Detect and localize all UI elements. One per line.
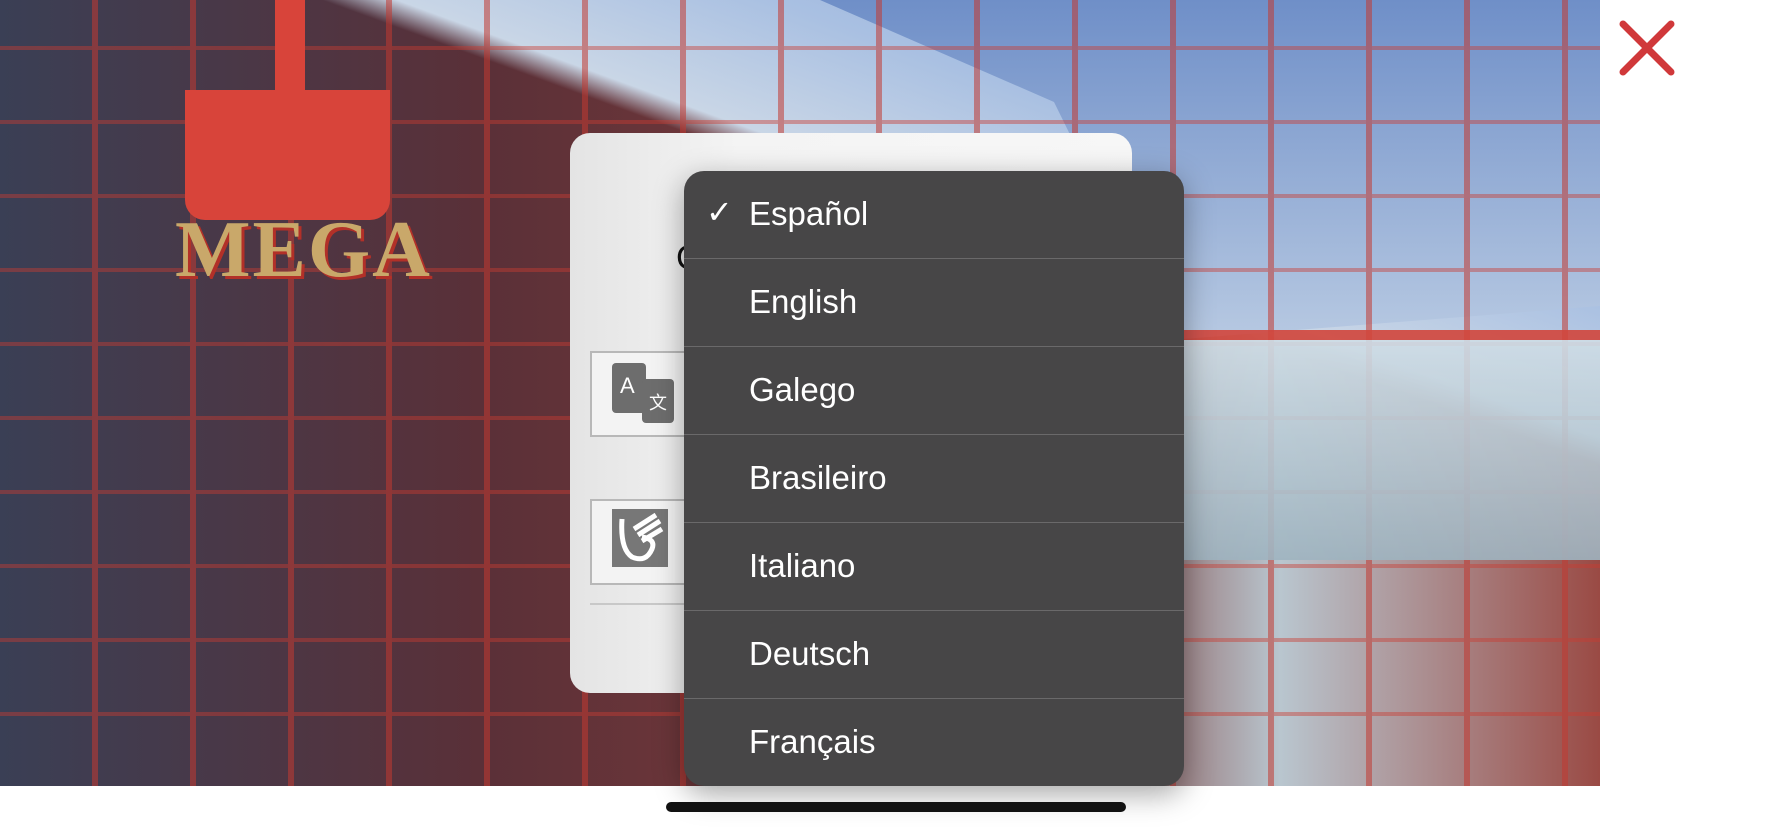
item-label: Galego <box>749 371 856 408</box>
language-item-francais[interactable]: Français <box>684 699 1184 786</box>
logo-banner <box>185 90 390 220</box>
language-item-brasileiro[interactable]: Brasileiro <box>684 435 1184 523</box>
language-item-deutsch[interactable]: Deutsch <box>684 611 1184 699</box>
language-item-english[interactable]: English <box>684 259 1184 347</box>
svg-text:A: A <box>620 373 635 398</box>
language-menu: ✓ Español English Galego Brasileiro Ital… <box>684 171 1184 786</box>
language-item-espanol[interactable]: ✓ Español <box>684 171 1184 259</box>
mega-logo: MEGA <box>175 206 432 294</box>
language-item-galego[interactable]: Galego <box>684 347 1184 435</box>
item-label: Español <box>749 195 869 232</box>
home-indicator[interactable] <box>666 802 1126 812</box>
checkmark-icon: ✓ <box>706 194 733 230</box>
close-icon <box>1619 20 1675 76</box>
item-label: Italiano <box>749 547 856 584</box>
sign-language-icon <box>612 509 668 567</box>
svg-text:文: 文 <box>649 393 667 414</box>
item-label: Deutsch <box>749 635 871 672</box>
language-item-italiano[interactable]: Italiano <box>684 523 1184 611</box>
translate-icon: A 文 <box>612 363 674 423</box>
glass-walkway <box>1180 330 1600 560</box>
close-button[interactable] <box>1617 18 1677 78</box>
item-label: Français <box>749 723 876 760</box>
item-label: English <box>749 283 858 320</box>
logo-pole <box>275 0 305 95</box>
item-label: Brasileiro <box>749 459 887 496</box>
